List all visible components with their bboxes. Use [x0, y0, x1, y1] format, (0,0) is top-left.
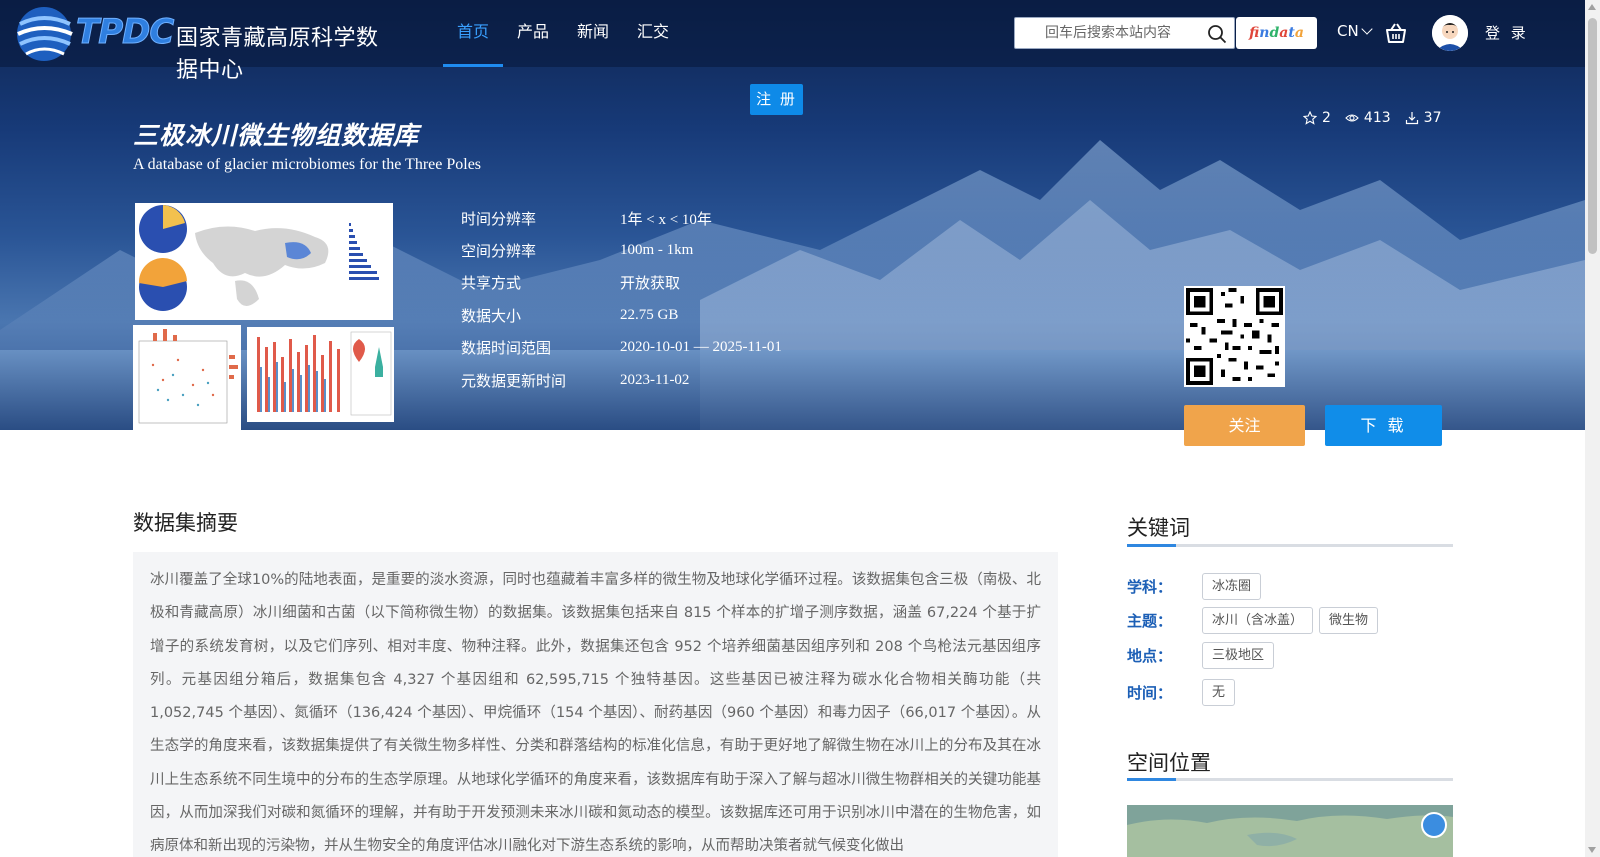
meta-value: 开放获取	[620, 276, 681, 293]
dataset-metadata: 时间分辨率 1年 < x < 10年 空间分辨率 100m - 1km 共享方式…	[461, 202, 782, 396]
download-icon	[1405, 112, 1418, 125]
keyword-row-time: 时间： 无	[1127, 679, 1241, 706]
location-heading: 空间位置	[1127, 751, 1211, 775]
abstract-text: 冰川覆盖了全球10%的陆地表面，是重要的淡水资源，同时也蕴藏着丰富多样的微生物及…	[133, 552, 1058, 857]
meta-row-sharing-method: 共享方式 开放获取	[461, 267, 782, 299]
location-map[interactable]	[1127, 805, 1453, 857]
language-switch[interactable]: CN	[1337, 22, 1373, 40]
star-icon	[1303, 111, 1317, 125]
meta-value: 22.75 GB	[620, 306, 679, 323]
meta-label: 元数据更新时间	[461, 371, 567, 390]
download-button[interactable]: 下 载	[1325, 405, 1442, 446]
search-input[interactable]	[1015, 18, 1200, 48]
meta-value: 2020-10-01 — 2025-11-01	[620, 339, 782, 356]
main-menu: 首页 产品 新闻 汇交	[443, 0, 683, 67]
meta-row-time-range: 数据时间范围 2020-10-01 — 2025-11-01	[461, 332, 782, 364]
meta-row-spatial-resolution: 空间分辨率 100m - 1km	[461, 234, 782, 266]
map-layer-icon[interactable]	[1421, 812, 1447, 838]
avatar-icon	[1432, 15, 1468, 51]
location-divider	[1127, 778, 1453, 781]
page: TPDC 国家青藏高原科学数据中心 首页 产品 新闻 汇交 findata CN	[0, 0, 1600, 857]
stat-views: 413	[1345, 110, 1391, 126]
logo-text: TPDC	[75, 12, 174, 53]
meta-value: 1年 < x < 10年	[620, 211, 712, 228]
keyword-label: 时间：	[1127, 684, 1173, 702]
dataset-thumbnail-map[interactable]	[135, 203, 393, 320]
map-image	[1127, 805, 1453, 857]
page-scrollbar[interactable]	[1585, 0, 1600, 857]
thumbnail-scatter-image	[138, 329, 238, 424]
menu-item-news[interactable]: 新闻	[563, 0, 623, 67]
keyword-tag[interactable]: 三极地区	[1202, 642, 1275, 669]
search-box	[1014, 17, 1235, 49]
keyword-row-theme: 主题： 冰川（含冰盖） 微生物	[1127, 607, 1384, 634]
thumbnail-map-image	[138, 205, 379, 311]
thumbnail-bars-image	[257, 331, 392, 416]
menu-item-products[interactable]: 产品	[503, 0, 563, 67]
dataset-thumbnail-bars[interactable]	[247, 327, 394, 422]
keyword-row-place: 地点： 三极地区	[1127, 642, 1280, 669]
findata-link[interactable]: findata	[1236, 17, 1317, 49]
eye-icon	[1345, 114, 1359, 122]
chevron-down-icon	[1361, 23, 1373, 35]
stat-downloads: 37	[1405, 110, 1442, 126]
register-button[interactable]: 注 册	[750, 84, 803, 115]
scroll-down-arrow-icon[interactable]	[1588, 847, 1596, 853]
keyword-tag[interactable]: 冰川（含冰盖）	[1202, 607, 1314, 634]
dataset-stats: 2 413 37	[1303, 110, 1441, 126]
keyword-row-discipline: 学科： 冰冻圈	[1127, 573, 1267, 600]
user-avatar[interactable]	[1432, 15, 1468, 51]
meta-row-temporal-resolution: 时间分辨率 1年 < x < 10年	[461, 202, 782, 234]
dataset-title: 三极冰川微生物组数据库	[133, 121, 420, 150]
dataset-subtitle: A database of glacier microbiomes for th…	[133, 156, 482, 173]
cart-icon[interactable]	[1385, 22, 1407, 44]
keywords-divider	[1127, 544, 1453, 547]
keyword-tag[interactable]: 无	[1202, 679, 1236, 706]
scroll-thumb[interactable]	[1588, 18, 1597, 254]
keyword-tag[interactable]: 微生物	[1319, 607, 1379, 634]
dataset-thumbnail-scatter[interactable]	[133, 325, 241, 430]
keyword-label: 学科：	[1127, 578, 1173, 596]
meta-label: 数据大小	[461, 306, 522, 325]
globe-logo-icon	[17, 7, 73, 61]
scroll-up-arrow-icon[interactable]	[1588, 4, 1596, 10]
abstract-heading: 数据集摘要	[133, 511, 238, 535]
meta-row-metadata-updated: 元数据更新时间 2023-11-02	[461, 364, 782, 396]
search-icon[interactable]	[1207, 24, 1227, 44]
menu-item-home[interactable]: 首页	[443, 0, 504, 67]
stat-stars[interactable]: 2	[1303, 110, 1331, 126]
meta-label: 数据时间范围	[461, 339, 552, 358]
qr-code	[1184, 286, 1285, 387]
top-navbar: TPDC 国家青藏高原科学数据中心 首页 产品 新闻 汇交 findata CN	[0, 0, 1585, 83]
keyword-tag[interactable]: 冰冻圈	[1202, 573, 1262, 600]
keywords-heading: 关键词	[1127, 516, 1190, 540]
site-name: 国家青藏高原科学数据中心	[176, 26, 379, 83]
star-count: 2	[1322, 110, 1331, 126]
download-count: 37	[1423, 110, 1442, 126]
login-link[interactable]: 登 录	[1485, 22, 1529, 43]
meta-label: 空间分辨率	[461, 242, 537, 261]
view-count: 413	[1363, 110, 1391, 126]
language-label: CN	[1337, 22, 1359, 40]
meta-label: 时间分辨率	[461, 209, 537, 228]
meta-value: 100m - 1km	[620, 242, 694, 259]
site-logo[interactable]: TPDC 国家青藏高原科学数据中心	[14, 4, 394, 83]
qr-code-image	[1186, 288, 1283, 385]
follow-button[interactable]: 关注	[1184, 405, 1305, 446]
meta-row-data-size: 数据大小 22.75 GB	[461, 299, 782, 331]
menu-item-submit[interactable]: 汇交	[623, 0, 683, 67]
meta-label: 共享方式	[461, 274, 522, 293]
meta-value: 2023-11-02	[620, 371, 690, 388]
keyword-label: 地点：	[1127, 647, 1173, 665]
keyword-label: 主题：	[1127, 612, 1173, 630]
